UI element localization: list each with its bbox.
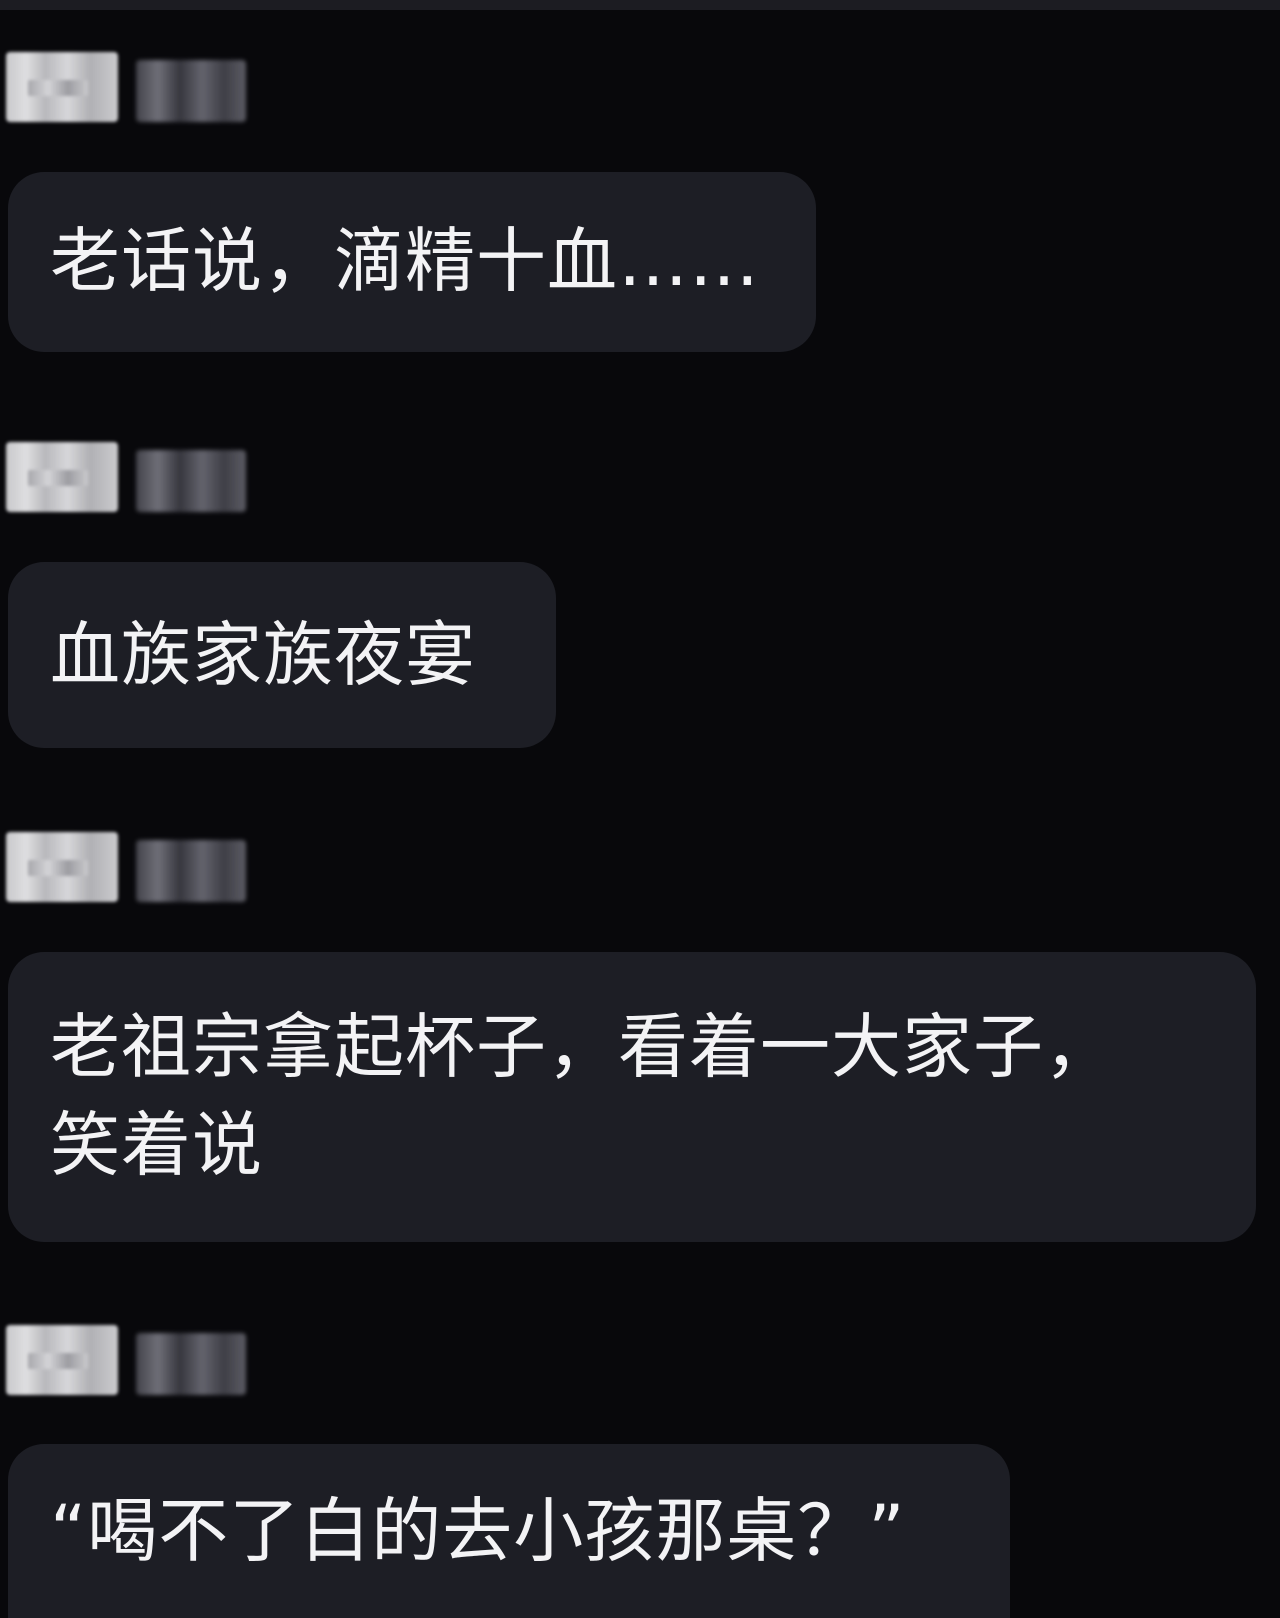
sender-header: [0, 832, 260, 910]
blurred-sender-name: [136, 1333, 246, 1395]
blurred-avatar: [6, 442, 118, 512]
message-bubble[interactable]: 血族家族夜宴: [8, 562, 556, 748]
blurred-avatar: [6, 832, 118, 902]
sender-header: [0, 52, 260, 130]
message-text: 血族家族夜宴: [50, 614, 476, 696]
message-text: “喝不了白的去小孩那桌？”: [50, 1490, 906, 1572]
chat-thread[interactable]: 老话说，滴精十血…… 血族家族夜宴 老祖宗拿起杯子，看着一大家子， 笑着说 “喝…: [0, 0, 1280, 1618]
sender-header: [0, 442, 260, 520]
message-bubble[interactable]: “喝不了白的去小孩那桌？”: [8, 1444, 1010, 1618]
message-text: 老祖宗拿起杯子，看着一大家子， 笑着说: [50, 1006, 1115, 1186]
message-bubble[interactable]: 老话说，滴精十血……: [8, 172, 816, 352]
sender-header: [0, 1325, 260, 1403]
blurred-sender-name: [136, 60, 246, 122]
message-bubble[interactable]: 老祖宗拿起杯子，看着一大家子， 笑着说: [8, 952, 1256, 1242]
blurred-sender-name: [136, 450, 246, 512]
blurred-avatar: [6, 52, 118, 122]
blurred-avatar: [6, 1325, 118, 1395]
blurred-sender-name: [136, 840, 246, 902]
message-text: 老话说，滴精十血……: [50, 220, 760, 302]
